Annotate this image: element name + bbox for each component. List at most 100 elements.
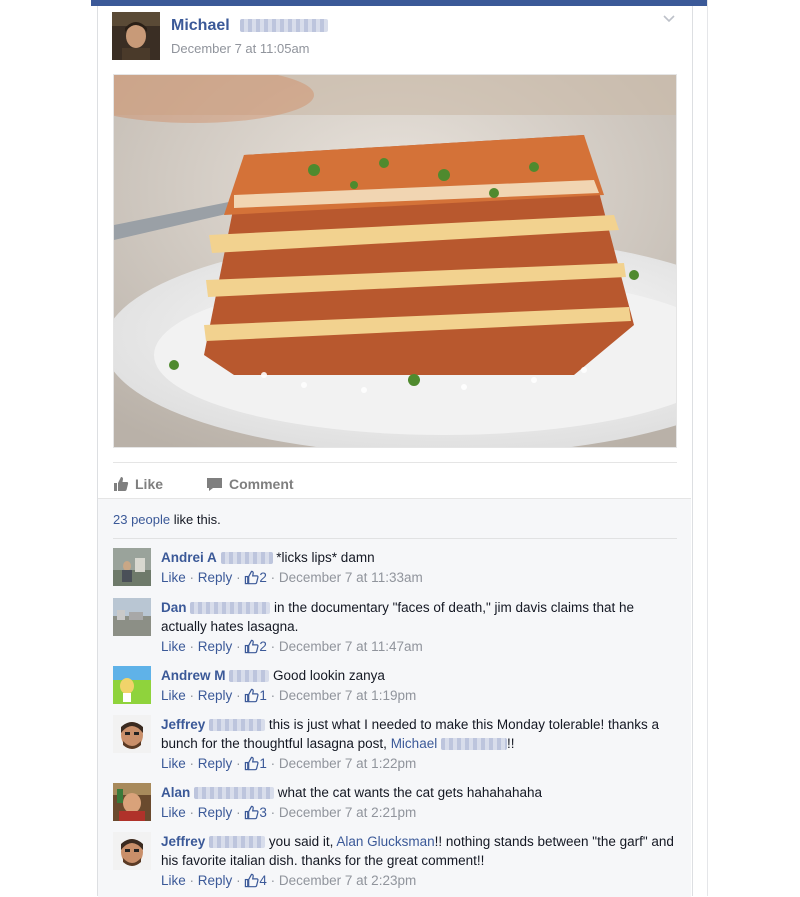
comment-button[interactable]: Comment	[206, 474, 294, 494]
comment-reply-link[interactable]: Reply	[198, 805, 233, 820]
author-avatar[interactable]	[112, 12, 160, 60]
mention-link[interactable]: Alan Glucksman	[336, 834, 434, 849]
comment-meta: Like · Reply · 3 · December 7 at 2:21pm	[161, 803, 681, 822]
comment-reply-link[interactable]: Reply	[198, 639, 233, 654]
comment-like-link[interactable]: Like	[161, 639, 186, 654]
comment-reply-link[interactable]: Reply	[198, 688, 233, 703]
thumbs-up-outline-icon	[245, 756, 259, 771]
commenter-name[interactable]: Jeffrey	[161, 834, 205, 849]
comment-meta: Like · Reply · 2 · December 7 at 11:47am	[161, 637, 681, 656]
comment-time[interactable]: December 7 at 2:21pm	[279, 805, 416, 820]
thumbs-up-icon	[114, 477, 129, 491]
comment-meta: Like · Reply · 1 · December 7 at 1:19pm	[161, 686, 681, 705]
commenter-avatar[interactable]	[113, 598, 151, 636]
comment-like-count[interactable]: 2	[244, 639, 267, 654]
separator: ·	[236, 805, 241, 820]
like-count-value: 2	[259, 570, 267, 585]
like-count-value: 3	[259, 805, 267, 820]
comment-text-after: !!	[506, 736, 515, 751]
separator: ·	[236, 756, 241, 771]
comment-like-count[interactable]: 1	[244, 688, 267, 703]
comment-meta: Like · Reply · 4 · December 7 at 2:23pm	[161, 871, 681, 890]
comment-label: Comment	[229, 476, 294, 492]
separator: ·	[270, 570, 276, 585]
comment-text: what the cat wants the cat gets hahahaha…	[277, 785, 542, 800]
likes-divider	[113, 538, 677, 539]
commenter-avatar[interactable]	[113, 783, 151, 821]
comment-like-count[interactable]: 4	[244, 873, 267, 888]
post-author-name[interactable]: Michael	[171, 17, 329, 35]
redacted-surname	[240, 19, 329, 33]
comment-meta: Like · Reply · 2 · December 7 at 11:33am	[161, 568, 681, 587]
redacted-surname	[209, 719, 266, 732]
thumbs-up-outline-icon	[245, 570, 259, 585]
comment-like-count[interactable]: 2	[244, 570, 267, 585]
separator: ·	[236, 873, 241, 888]
separator: ·	[270, 688, 276, 703]
separator: ·	[270, 639, 276, 654]
commenter-avatar[interactable]	[113, 832, 151, 870]
commenter-avatar[interactable]	[113, 548, 151, 586]
thumbs-up-outline-icon	[245, 639, 259, 654]
redacted-surname	[229, 670, 270, 683]
thumbs-up-outline-icon	[245, 873, 259, 888]
commenter-name[interactable]: Andrei A	[161, 550, 217, 565]
commenter-name[interactable]: Dan	[161, 600, 187, 615]
comment-like-link[interactable]: Like	[161, 570, 186, 585]
comment-like-count[interactable]: 3	[244, 805, 267, 820]
comment-reply-link[interactable]: Reply	[198, 570, 233, 585]
comment-time[interactable]: December 7 at 1:22pm	[279, 756, 416, 771]
comment-time[interactable]: December 7 at 2:23pm	[279, 873, 416, 888]
comment-meta: Like · Reply · 1 · December 7 at 1:22pm	[161, 754, 681, 773]
separator: ·	[189, 756, 195, 771]
commenter-name[interactable]: Jeffrey	[161, 717, 205, 732]
post-timestamp[interactable]: December 7 at 11:05am	[171, 41, 310, 56]
speech-bubble-icon	[207, 478, 222, 491]
separator: ·	[270, 756, 276, 771]
thumbs-up-outline-icon	[245, 805, 259, 820]
thumbs-up-outline-icon	[245, 688, 259, 703]
comment-text: you said it,	[268, 834, 334, 849]
redacted-surname	[194, 787, 275, 800]
comment-time[interactable]: December 7 at 1:19pm	[279, 688, 416, 703]
comment-time[interactable]: December 7 at 11:47am	[279, 639, 423, 654]
comment-reply-link[interactable]: Reply	[198, 873, 233, 888]
comment-text: Good lookin zanya	[273, 668, 385, 683]
comment-time[interactable]: December 7 at 11:33am	[279, 570, 423, 585]
separator: ·	[189, 639, 195, 654]
separator: ·	[236, 639, 241, 654]
comment-like-count[interactable]: 1	[244, 756, 267, 771]
action-divider	[113, 462, 677, 463]
separator: ·	[189, 805, 195, 820]
comment-like-link[interactable]: Like	[161, 873, 186, 888]
separator: ·	[189, 873, 195, 888]
separator: ·	[189, 688, 195, 703]
likes-people-link[interactable]: 23 people	[113, 512, 170, 527]
separator: ·	[236, 570, 241, 585]
likes-summary: 23 people like this.	[113, 512, 221, 527]
comment-like-link[interactable]: Like	[161, 805, 186, 820]
comment-reply-link[interactable]: Reply	[198, 756, 233, 771]
author-first-name[interactable]: Michael	[171, 17, 230, 34]
separator: ·	[236, 688, 241, 703]
mention-link[interactable]: Michael	[391, 736, 438, 751]
separator: ·	[189, 570, 195, 585]
like-count-value: 2	[259, 639, 267, 654]
commenter-avatar[interactable]	[113, 666, 151, 704]
commenter-name[interactable]: Andrew M	[161, 668, 226, 683]
commenter-avatar[interactable]	[113, 715, 151, 753]
like-button[interactable]: Like	[113, 474, 163, 494]
like-count-value: 1	[259, 688, 267, 703]
like-label: Like	[135, 476, 164, 492]
comment-like-link[interactable]: Like	[161, 688, 186, 703]
right-column-border	[707, 0, 708, 896]
comment-like-link[interactable]: Like	[161, 756, 186, 771]
redacted-surname	[220, 552, 273, 565]
separator: ·	[270, 805, 276, 820]
post-photo[interactable]	[113, 74, 677, 448]
comment-text: *licks lips* damn	[276, 550, 375, 565]
redacted-surname	[190, 602, 271, 615]
commenter-name[interactable]: Alan	[161, 785, 190, 800]
chevron-down-icon[interactable]	[662, 12, 676, 26]
redacted-surname	[209, 836, 266, 849]
